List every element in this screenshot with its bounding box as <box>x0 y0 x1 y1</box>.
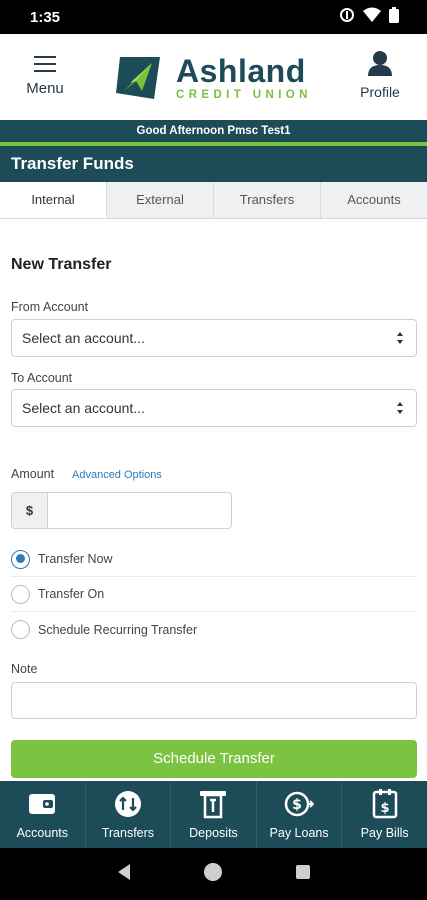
section-title: New Transfer <box>11 256 112 273</box>
tab-transfers[interactable]: Transfers <box>214 182 321 218</box>
svg-text:$: $ <box>292 797 302 813</box>
hamburger-icon <box>34 56 56 72</box>
profile-label: Profile <box>360 84 400 100</box>
tab-accounts[interactable]: Accounts <box>321 182 427 218</box>
battery-icon <box>389 7 399 27</box>
amount-field-group: $ <box>11 492 232 529</box>
option-label: Transfer Now <box>38 552 113 566</box>
currency-prefix: $ <box>12 493 48 528</box>
option-label: Schedule Recurring Transfer <box>38 622 198 637</box>
transfer-arrows-icon <box>113 789 143 819</box>
android-nav-bar <box>0 848 427 900</box>
status-time: 1:35 <box>30 8 61 26</box>
amount-input[interactable] <box>48 493 231 528</box>
bottom-nav: Accounts Transfers Deposits $ Pay Loans … <box>0 781 427 848</box>
option-transfer-now[interactable]: Transfer Now <box>11 542 417 577</box>
nav-accounts[interactable]: Accounts <box>0 781 86 848</box>
nav-label: Deposits <box>189 826 238 840</box>
nav-label: Accounts <box>16 826 68 840</box>
greeting-bar: Good Afternoon Pmsc Test1 <box>0 120 427 142</box>
data-saver-icon <box>339 7 355 27</box>
ashland-logo: Ashland CREDIT UNION <box>114 52 312 104</box>
page-title: Transfer Funds <box>0 146 427 182</box>
option-transfer-on[interactable]: Transfer On <box>11 577 417 612</box>
status-icons <box>339 7 399 27</box>
menu-button[interactable]: Menu <box>22 56 68 97</box>
note-input[interactable] <box>11 682 417 719</box>
back-icon[interactable] <box>116 863 132 886</box>
status-bar: 1:35 <box>0 0 427 34</box>
home-icon[interactable] <box>203 862 223 887</box>
nav-label: Transfers <box>101 826 155 840</box>
tab-external[interactable]: External <box>107 182 214 218</box>
profile-icon <box>368 51 392 76</box>
radio-transfer-now[interactable] <box>11 549 30 569</box>
svg-text:$: $ <box>380 801 389 816</box>
note-label: Note <box>11 662 38 676</box>
recents-icon[interactable] <box>295 864 311 885</box>
schedule-transfer-button[interactable]: Schedule Transfer <box>11 740 417 778</box>
from-account-label: From Account <box>11 300 89 314</box>
nav-label: Pay Loans <box>269 826 329 840</box>
deposit-check-icon <box>198 789 228 819</box>
wifi-icon <box>363 7 381 27</box>
menu-label: Menu <box>26 80 64 97</box>
pay-loans-icon: $ <box>284 789 315 819</box>
amount-label: Amount <box>11 467 55 481</box>
select-caret-icon <box>397 332 403 344</box>
nav-pay-loans[interactable]: $ Pay Loans <box>257 781 343 848</box>
wallet-icon <box>27 789 57 819</box>
to-account-select[interactable]: Select an account... <box>11 389 417 427</box>
select-caret-icon <box>397 402 403 414</box>
radio-schedule-recurring[interactable] <box>11 620 30 639</box>
radio-transfer-on[interactable] <box>11 584 30 604</box>
profile-button[interactable]: Profile <box>357 50 403 100</box>
to-account-value: Select an account... <box>22 400 145 416</box>
nav-pay-bills[interactable]: $ Pay Bills <box>342 781 427 848</box>
nav-deposits[interactable]: Deposits <box>171 781 257 848</box>
advanced-options-link[interactable]: Advanced Options <box>72 469 162 481</box>
app-header: Menu Ashland CREDIT UNION Profile <box>0 34 427 120</box>
transfer-tabs: Internal External Transfers Accounts <box>0 182 427 219</box>
option-schedule-recurring[interactable]: Schedule Recurring Transfer <box>11 612 417 647</box>
nav-label: Pay Bills <box>360 826 409 840</box>
option-label: Transfer On <box>38 587 105 601</box>
logo-mark-icon <box>116 57 160 99</box>
logo-subtitle: CREDIT UNION <box>176 89 312 101</box>
pay-bills-icon: $ <box>370 789 400 819</box>
logo-name: Ashland <box>176 53 306 89</box>
nav-transfers[interactable]: Transfers <box>86 781 172 848</box>
tab-internal[interactable]: Internal <box>0 182 107 218</box>
from-account-select[interactable]: Select an account... <box>11 319 417 357</box>
to-account-label: To Account <box>11 371 73 385</box>
from-account-value: Select an account... <box>22 330 145 346</box>
